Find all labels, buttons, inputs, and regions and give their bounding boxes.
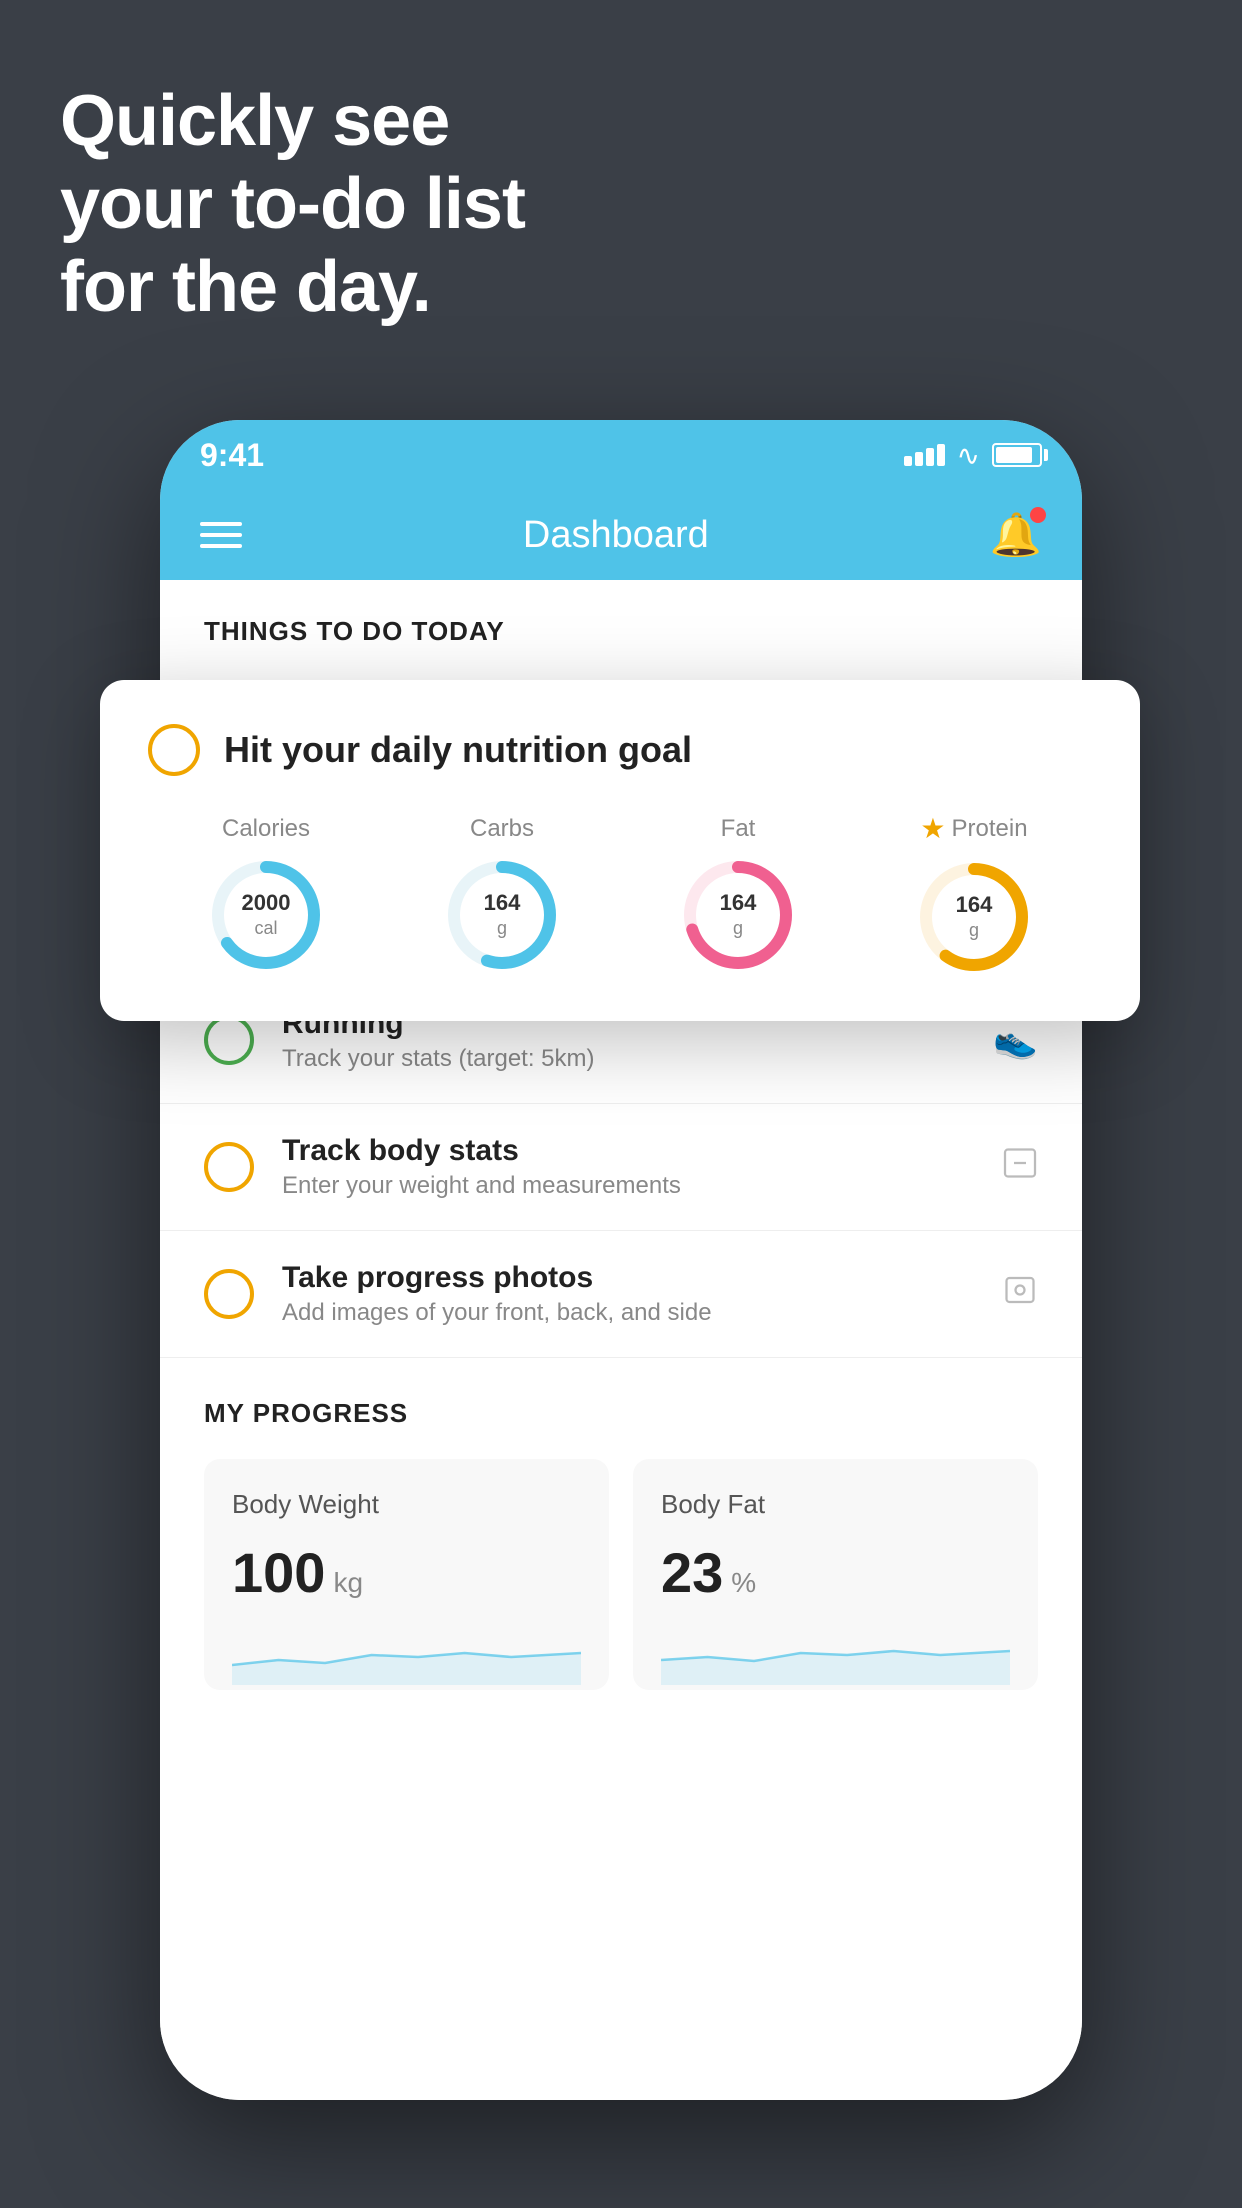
signal-icon (904, 444, 945, 466)
progress-cards: Body Weight 100 kg Body Fat 23 % (204, 1459, 1038, 1690)
todo-desc-running: Track your stats (target: 5km) (282, 1045, 965, 1073)
todo-name-body-stats: Track body stats (282, 1134, 974, 1168)
nav-bar: Dashboard 🔔 (160, 490, 1082, 580)
nutrition-card-title: Hit your daily nutrition goal (224, 729, 692, 771)
todo-text-progress-photos: Take progress photos Add images of your … (282, 1261, 974, 1327)
hamburger-menu[interactable] (200, 522, 242, 548)
wifi-icon: ∿ (957, 439, 980, 472)
body-fat-value: 23 % (661, 1540, 1010, 1605)
calories-donut: 2000cal (206, 855, 326, 975)
notification-bell-icon[interactable]: 🔔 (990, 511, 1042, 560)
body-fat-chart (661, 1625, 1010, 1685)
protein-label: Protein (952, 815, 1028, 843)
protein-value: 164g (956, 893, 993, 941)
scale-icon (1002, 1145, 1038, 1190)
carbs-value: 164g (484, 890, 521, 938)
phone-frame: 9:41 ∿ Dashboard 🔔 (160, 420, 1082, 2100)
nutrition-check-circle[interactable] (148, 724, 200, 776)
battery-icon (992, 443, 1042, 467)
todo-name-progress-photos: Take progress photos (282, 1261, 974, 1295)
nutrition-carbs: Carbs 164g (442, 815, 562, 975)
card-header: Hit your daily nutrition goal (148, 724, 1092, 776)
carbs-donut: 164g (442, 855, 562, 975)
nutrition-protein: ★ Protein 164g (914, 812, 1034, 977)
calories-value: 2000cal (242, 890, 291, 938)
calories-label: Calories (222, 815, 310, 843)
body-fat-label: Body Fat (661, 1489, 1010, 1520)
status-icons: ∿ (904, 439, 1042, 472)
photo-icon (1002, 1272, 1038, 1317)
fat-label: Fat (721, 815, 756, 843)
todo-check-progress-photos (204, 1269, 254, 1319)
nutrition-card: Hit your daily nutrition goal Calories 2… (100, 680, 1140, 1021)
things-to-do-title: THINGS TO DO TODAY (204, 616, 505, 646)
todo-check-body-stats (204, 1142, 254, 1192)
protein-donut: 164g (914, 857, 1034, 977)
progress-title: MY PROGRESS (204, 1398, 1038, 1429)
body-weight-label: Body Weight (232, 1489, 581, 1520)
nav-title: Dashboard (523, 514, 709, 557)
things-to-do-header: THINGS TO DO TODAY (160, 580, 1082, 667)
nutrition-fat: Fat 164g (678, 815, 798, 975)
fat-donut: 164g (678, 855, 798, 975)
body-fat-card[interactable]: Body Fat 23 % (633, 1459, 1038, 1690)
body-weight-card[interactable]: Body Weight 100 kg (204, 1459, 609, 1690)
protein-star-icon: ★ (920, 812, 945, 845)
progress-section: MY PROGRESS Body Weight 100 kg Body Fat (160, 1358, 1082, 1730)
todo-check-running (204, 1015, 254, 1065)
status-time: 9:41 (200, 437, 264, 474)
body-weight-chart (232, 1625, 581, 1685)
todo-item-body-stats[interactable]: Track body stats Enter your weight and m… (160, 1104, 1082, 1231)
nutrition-grid: Calories 2000cal Carbs 164g Fat (148, 812, 1092, 977)
running-icon: 👟 (993, 1019, 1038, 1061)
fat-value: 164g (720, 890, 757, 938)
todo-item-progress-photos[interactable]: Take progress photos Add images of your … (160, 1231, 1082, 1358)
hero-text: Quickly see your to-do list for the day. (60, 80, 525, 328)
nutrition-calories: Calories 2000cal (206, 815, 326, 975)
body-weight-value: 100 kg (232, 1540, 581, 1605)
todo-desc-progress-photos: Add images of your front, back, and side (282, 1299, 974, 1327)
todo-text-body-stats: Track body stats Enter your weight and m… (282, 1134, 974, 1200)
status-bar: 9:41 ∿ (160, 420, 1082, 490)
carbs-label: Carbs (470, 815, 534, 843)
notification-dot (1030, 507, 1046, 523)
todo-desc-body-stats: Enter your weight and measurements (282, 1172, 974, 1200)
todo-list: Running Track your stats (target: 5km) 👟… (160, 977, 1082, 1358)
protein-label-row: ★ Protein (920, 812, 1027, 845)
